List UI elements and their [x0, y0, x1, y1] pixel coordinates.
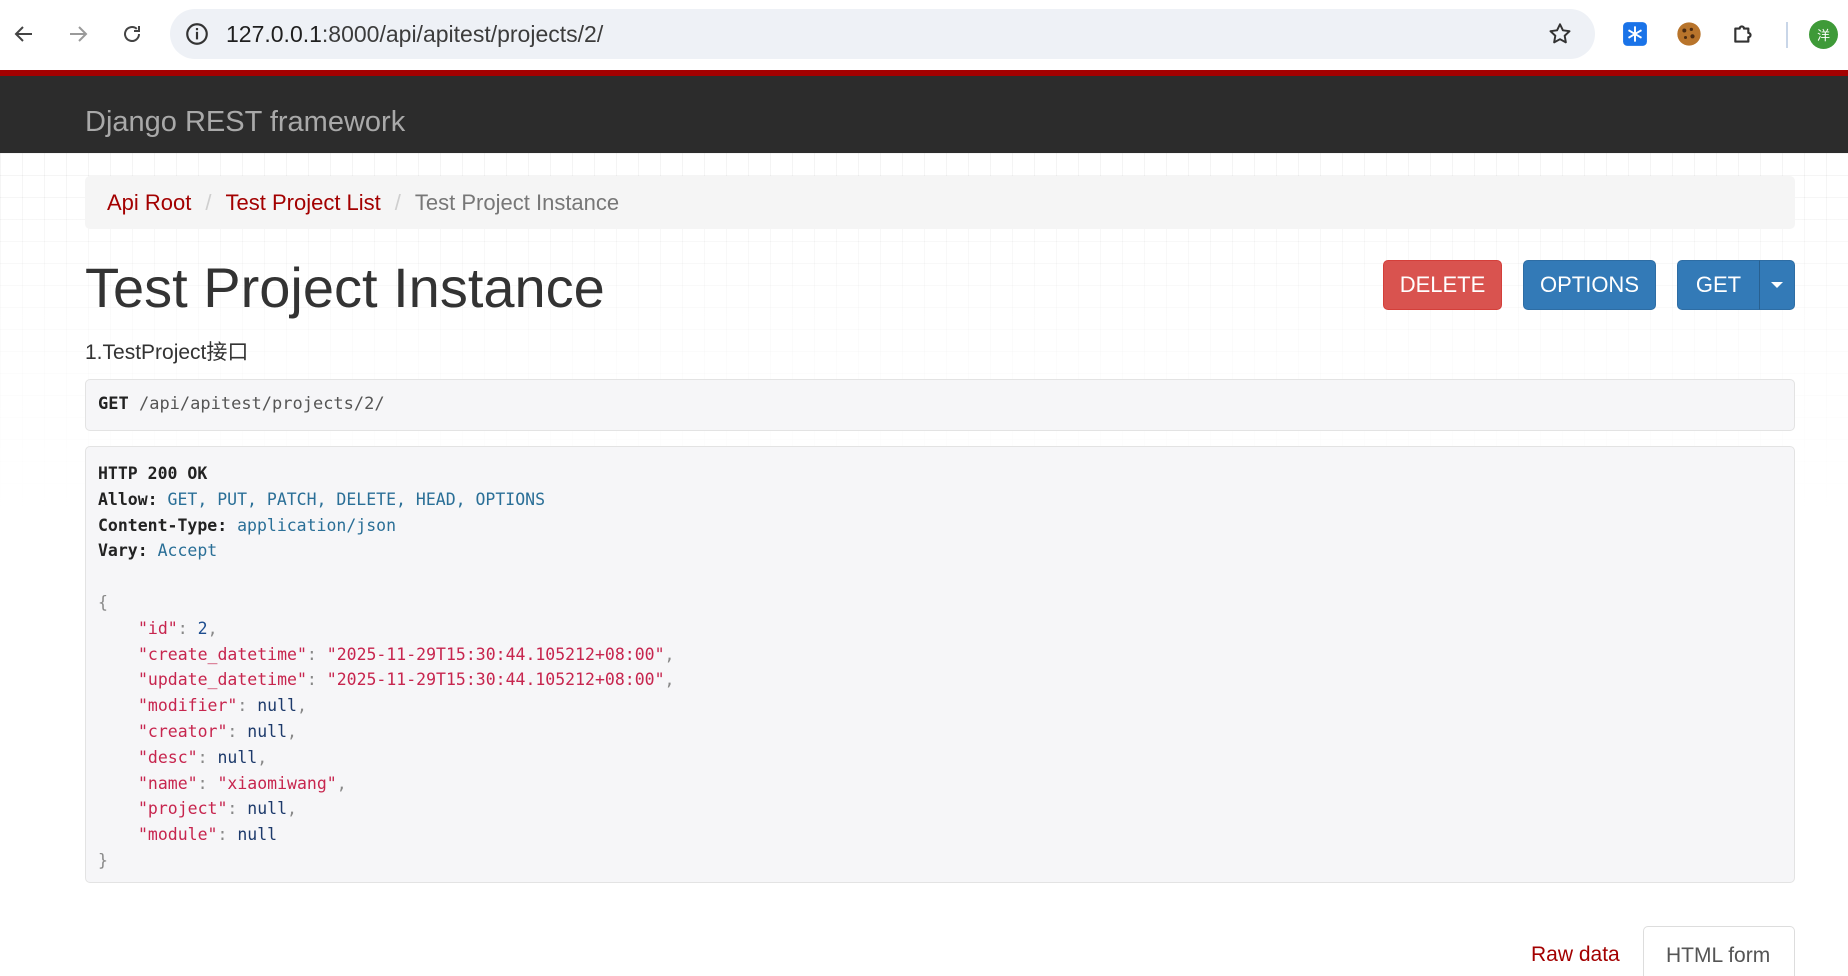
tab-html-form[interactable]: HTML form — [1643, 926, 1795, 976]
url-text: 127.0.0.1:8000/api/apitest/projects/2/ — [226, 21, 604, 47]
browser-toolbar: 127.0.0.1:8000/api/apitest/projects/2/ 洋 — [0, 0, 1848, 70]
forward-icon[interactable] — [60, 16, 96, 52]
tab-raw-data[interactable]: Raw data — [1531, 943, 1620, 967]
json-open-brace: { — [98, 592, 108, 612]
breadcrumb-test-project-list[interactable]: Test Project List — [226, 190, 381, 216]
star-icon[interactable] — [1547, 21, 1573, 52]
breadcrumb-active: Test Project Instance — [414, 189, 620, 215]
get-format-dropdown[interactable] — [1759, 260, 1795, 310]
breadcrumb-api-root[interactable]: Api Root — [107, 190, 191, 216]
extension-snowflake-icon[interactable] — [1621, 20, 1649, 48]
request-info: GET /api/apitest/projects/2/ — [85, 379, 1795, 431]
response-status: HTTP 200 OK — [98, 464, 208, 483]
delete-button[interactable]: DELETE — [1383, 260, 1502, 310]
puzzle-icon[interactable] — [1730, 20, 1758, 48]
info-icon[interactable] — [184, 21, 210, 52]
json-field: "name": "xiaomiwang", — [138, 773, 347, 793]
json-field: "project": null, — [138, 799, 297, 819]
response-header: Allow: GET, PUT, PATCH, DELETE, HEAD, OP… — [98, 489, 546, 509]
json-close-brace: } — [98, 850, 108, 870]
chevron-down-icon — [1771, 282, 1783, 288]
response-header: Content-Type: application/json — [98, 515, 397, 535]
avatar[interactable]: 洋 — [1809, 20, 1838, 49]
options-button[interactable]: OPTIONS — [1523, 260, 1656, 310]
page-description: 1.TestProject接口 — [85, 341, 249, 364]
json-field: "module": null — [138, 825, 278, 845]
response-info: HTTP 200 OK Allow: GET, PUT, PATCH, DELE… — [85, 446, 1795, 883]
json-field: "modifier": null, — [138, 696, 307, 716]
get-button[interactable]: GET — [1677, 260, 1760, 310]
breadcrumb-separator: / — [394, 189, 401, 215]
json-field: "update_datetime": "2025-11-29T15:30:44.… — [138, 670, 675, 690]
response-header: Vary: Accept — [98, 541, 218, 561]
json-field: "create_datetime": "2025-11-29T15:30:44.… — [138, 644, 675, 664]
reload-icon[interactable] — [114, 16, 150, 52]
brand-link[interactable]: Django REST framework — [85, 106, 405, 139]
breadcrumb-separator: / — [205, 189, 212, 215]
request-method: GET — [98, 394, 129, 414]
toolbar-divider — [1786, 22, 1788, 48]
json-field: "id": 2, — [138, 618, 218, 638]
page-title: Test Project Instance — [85, 256, 605, 319]
navbar: Django REST framework — [0, 70, 1848, 153]
breadcrumb: Api Root / Test Project List / Test Proj… — [85, 176, 1795, 229]
json-field: "creator": null, — [138, 721, 297, 741]
json-field: "desc": null, — [138, 747, 268, 767]
json-body: "id": 2, "create_datetime": "2025-11-29T1… — [98, 616, 1782, 848]
cookie-icon[interactable] — [1675, 20, 1703, 48]
back-icon[interactable] — [6, 16, 42, 52]
request-path: /api/apitest/projects/2/ — [138, 394, 385, 414]
address-bar[interactable]: 127.0.0.1:8000/api/apitest/projects/2/ — [170, 9, 1595, 59]
